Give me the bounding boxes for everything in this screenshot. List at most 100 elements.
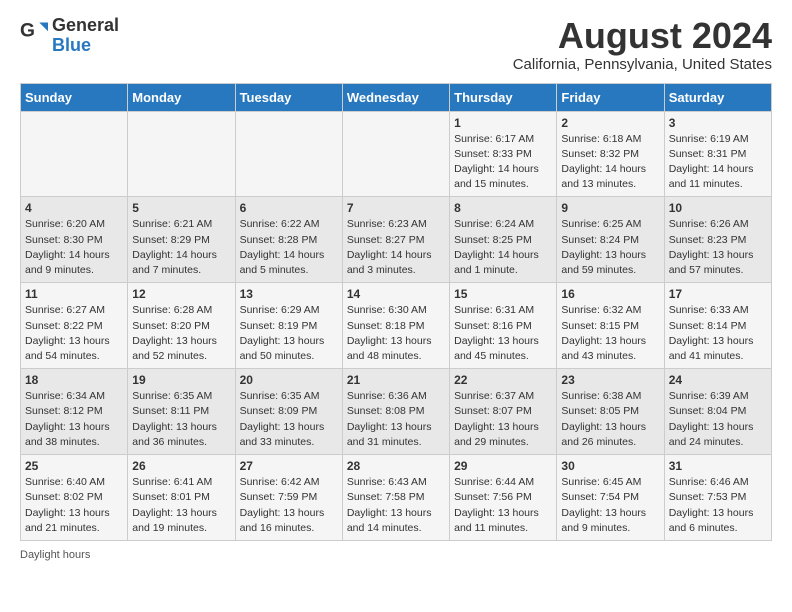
calendar-cell: 16 Sunrise: 6:32 AM Sunset: 8:15 PM Dayli… — [557, 283, 664, 369]
calendar-cell: 9Sunrise: 6:25 AM Sunset: 8:24 PM Daylig… — [557, 197, 664, 283]
day-number: 2 — [561, 116, 659, 130]
day-number: 10 — [669, 201, 767, 215]
day-detail: Sunrise: 6:23 AM Sunset: 8:27 PM Dayligh… — [347, 217, 445, 278]
calendar-table: SundayMondayTuesdayWednesdayThursdayFrid… — [20, 83, 772, 541]
day-detail: Sunrise: 6:25 AM Sunset: 8:24 PM Dayligh… — [561, 217, 659, 278]
day-detail: Sunrise: 6:42 AM Sunset: 7:59 PM Dayligh… — [240, 475, 338, 536]
day-number: 19 — [132, 373, 230, 387]
calendar-week-row: 1Sunrise: 6:17 AM Sunset: 8:33 PM Daylig… — [21, 111, 772, 197]
logo-text-blue: Blue — [52, 36, 119, 56]
day-detail: Sunrise: 6:30 AM Sunset: 8:18 PM Dayligh… — [347, 303, 445, 364]
calendar-cell: 27 Sunrise: 6:42 AM Sunset: 7:59 PM Dayli… — [235, 455, 342, 541]
logo: G General Blue — [20, 16, 119, 56]
calendar-cell: 17 Sunrise: 6:33 AM Sunset: 8:14 PM Dayli… — [664, 283, 771, 369]
day-detail: Sunrise: 6:35 AM Sunset: 8:09 PM Dayligh… — [240, 389, 338, 450]
header: G General Blue August 2024 California, P… — [20, 16, 772, 73]
calendar-cell: 26 Sunrise: 6:41 AM Sunset: 8:01 PM Dayli… — [128, 455, 235, 541]
calendar-cell: 19Sunrise: 6:35 AM Sunset: 8:11 PM Dayli… — [128, 369, 235, 455]
day-detail: Sunrise: 6:32 AM Sunset: 8:15 PM Dayligh… — [561, 303, 659, 364]
calendar-cell: 20 Sunrise: 6:35 AM Sunset: 8:09 PM Dayli… — [235, 369, 342, 455]
day-number: 31 — [669, 459, 767, 473]
day-detail: Sunrise: 6:34 AM Sunset: 8:12 PM Dayligh… — [25, 389, 123, 450]
day-number: 6 — [240, 201, 338, 215]
subtitle: California, Pennsylvania, United States — [513, 56, 772, 73]
calendar-cell: 22Sunrise: 6:37 AM Sunset: 8:07 PM Dayli… — [450, 369, 557, 455]
calendar-day-header: Saturday — [664, 83, 771, 111]
day-detail: Sunrise: 6:43 AM Sunset: 7:58 PM Dayligh… — [347, 475, 445, 536]
calendar-cell: 28 Sunrise: 6:43 AM Sunset: 7:58 PM Dayli… — [342, 455, 449, 541]
calendar-cell: 10 Sunrise: 6:26 AM Sunset: 8:23 PM Dayli… — [664, 197, 771, 283]
calendar-cell: 14 Sunrise: 6:30 AM Sunset: 8:18 PM Dayli… — [342, 283, 449, 369]
day-number: 28 — [347, 459, 445, 473]
day-number: 27 — [240, 459, 338, 473]
calendar-week-row: 25 Sunrise: 6:40 AM Sunset: 8:02 PM Dayli… — [21, 455, 772, 541]
title-area: August 2024 California, Pennsylvania, Un… — [513, 16, 772, 73]
calendar-cell: 24Sunrise: 6:39 AM Sunset: 8:04 PM Dayli… — [664, 369, 771, 455]
calendar-day-header: Wednesday — [342, 83, 449, 111]
day-detail: Sunrise: 6:46 AM Sunset: 7:53 PM Dayligh… — [669, 475, 767, 536]
day-detail: Sunrise: 6:36 AM Sunset: 8:08 PM Dayligh… — [347, 389, 445, 450]
day-number: 16 — [561, 287, 659, 301]
day-number: 21 — [347, 373, 445, 387]
calendar-cell: 29 Sunrise: 6:44 AM Sunset: 7:56 PM Dayli… — [450, 455, 557, 541]
calendar-day-header: Friday — [557, 83, 664, 111]
calendar-day-header: Thursday — [450, 83, 557, 111]
calendar-cell — [342, 111, 449, 197]
calendar-week-row: 18 Sunrise: 6:34 AM Sunset: 8:12 PM Dayli… — [21, 369, 772, 455]
day-detail: Sunrise: 6:27 AM Sunset: 8:22 PM Dayligh… — [25, 303, 123, 364]
calendar-cell: 15Sunrise: 6:31 AM Sunset: 8:16 PM Dayli… — [450, 283, 557, 369]
calendar-cell: 8Sunrise: 6:24 AM Sunset: 8:25 PM Daylig… — [450, 197, 557, 283]
calendar-cell: 18 Sunrise: 6:34 AM Sunset: 8:12 PM Dayli… — [21, 369, 128, 455]
day-number: 11 — [25, 287, 123, 301]
day-detail: Sunrise: 6:41 AM Sunset: 8:01 PM Dayligh… — [132, 475, 230, 536]
day-number: 3 — [669, 116, 767, 130]
calendar-cell: 6 Sunrise: 6:22 AM Sunset: 8:28 PM Daylig… — [235, 197, 342, 283]
day-number: 1 — [454, 116, 552, 130]
calendar-cell: 3 Sunrise: 6:19 AM Sunset: 8:31 PM Daylig… — [664, 111, 771, 197]
day-number: 5 — [132, 201, 230, 215]
calendar-cell: 11 Sunrise: 6:27 AM Sunset: 8:22 PM Dayli… — [21, 283, 128, 369]
calendar-cell: 12Sunrise: 6:28 AM Sunset: 8:20 PM Dayli… — [128, 283, 235, 369]
day-number: 20 — [240, 373, 338, 387]
day-detail: Sunrise: 6:19 AM Sunset: 8:31 PM Dayligh… — [669, 132, 767, 193]
day-number: 12 — [132, 287, 230, 301]
calendar-cell: 4 Sunrise: 6:20 AM Sunset: 8:30 PM Daylig… — [21, 197, 128, 283]
calendar-cell: 7Sunrise: 6:23 AM Sunset: 8:27 PM Daylig… — [342, 197, 449, 283]
calendar-cell: 31 Sunrise: 6:46 AM Sunset: 7:53 PM Dayli… — [664, 455, 771, 541]
day-number: 8 — [454, 201, 552, 215]
day-detail: Sunrise: 6:21 AM Sunset: 8:29 PM Dayligh… — [132, 217, 230, 278]
calendar-cell: 25 Sunrise: 6:40 AM Sunset: 8:02 PM Dayli… — [21, 455, 128, 541]
day-number: 24 — [669, 373, 767, 387]
day-detail: Sunrise: 6:20 AM Sunset: 8:30 PM Dayligh… — [25, 217, 123, 278]
day-number: 22 — [454, 373, 552, 387]
day-number: 14 — [347, 287, 445, 301]
day-number: 26 — [132, 459, 230, 473]
calendar-body: 1Sunrise: 6:17 AM Sunset: 8:33 PM Daylig… — [21, 111, 772, 540]
calendar-cell — [235, 111, 342, 197]
calendar-cell: 5 Sunrise: 6:21 AM Sunset: 8:29 PM Daylig… — [128, 197, 235, 283]
day-detail: Sunrise: 6:38 AM Sunset: 8:05 PM Dayligh… — [561, 389, 659, 450]
day-detail: Sunrise: 6:40 AM Sunset: 8:02 PM Dayligh… — [25, 475, 123, 536]
day-number: 15 — [454, 287, 552, 301]
day-number: 4 — [25, 201, 123, 215]
day-detail: Sunrise: 6:33 AM Sunset: 8:14 PM Dayligh… — [669, 303, 767, 364]
calendar-cell: 1Sunrise: 6:17 AM Sunset: 8:33 PM Daylig… — [450, 111, 557, 197]
calendar-cell — [21, 111, 128, 197]
month-title: August 2024 — [513, 16, 772, 56]
calendar-day-header: Monday — [128, 83, 235, 111]
calendar-header-row: SundayMondayTuesdayWednesdayThursdayFrid… — [21, 83, 772, 111]
day-number: 18 — [25, 373, 123, 387]
calendar-cell: 13Sunrise: 6:29 AM Sunset: 8:19 PM Dayli… — [235, 283, 342, 369]
logo-text-general: General — [52, 16, 119, 36]
day-detail: Sunrise: 6:26 AM Sunset: 8:23 PM Dayligh… — [669, 217, 767, 278]
calendar-week-row: 4 Sunrise: 6:20 AM Sunset: 8:30 PM Daylig… — [21, 197, 772, 283]
day-number: 17 — [669, 287, 767, 301]
day-detail: Sunrise: 6:22 AM Sunset: 8:28 PM Dayligh… — [240, 217, 338, 278]
day-detail: Sunrise: 6:29 AM Sunset: 8:19 PM Dayligh… — [240, 303, 338, 364]
day-number: 29 — [454, 459, 552, 473]
calendar-week-row: 11 Sunrise: 6:27 AM Sunset: 8:22 PM Dayli… — [21, 283, 772, 369]
day-number: 23 — [561, 373, 659, 387]
day-number: 30 — [561, 459, 659, 473]
day-detail: Sunrise: 6:44 AM Sunset: 7:56 PM Dayligh… — [454, 475, 552, 536]
day-number: 25 — [25, 459, 123, 473]
